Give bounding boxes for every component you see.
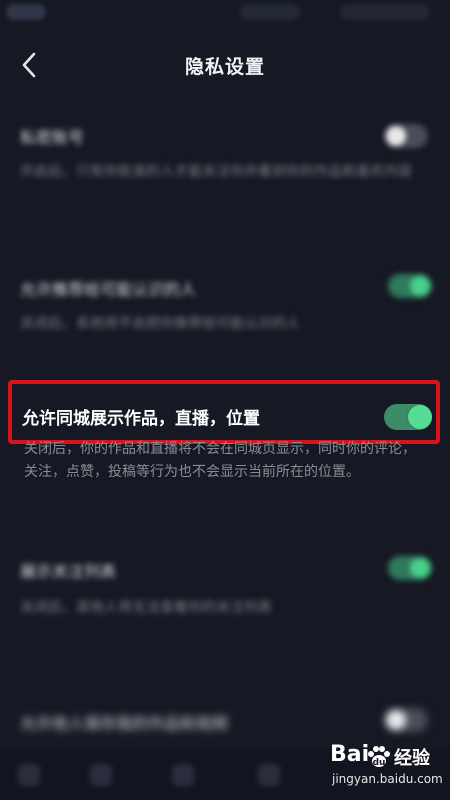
setting-private-account[interactable]: 私密账号 开启后，只有你批准的人才能关注你并看到你的作品和喜欢内容: [0, 118, 450, 228]
setting-title-nearby-display: 允许同城展示作品，直播，位置: [22, 409, 260, 429]
watermark-url: jingyan.baidu.com: [332, 772, 443, 786]
toggle-knob: [408, 405, 432, 429]
watermark-brand-suffix: 经验: [394, 748, 430, 769]
toggle-switch[interactable]: [388, 274, 432, 298]
nav-icon[interactable]: [258, 764, 280, 786]
toggle-switch[interactable]: [388, 556, 432, 580]
setting-title: 展示关注列表: [20, 562, 117, 581]
paw-icon: du: [368, 746, 390, 768]
svg-text:du: du: [373, 758, 386, 768]
baidu-jingyan-watermark: Bai du 经验 jingyan.baidu.com: [330, 742, 443, 796]
toggle-switch[interactable]: [384, 124, 428, 148]
setting-description: 开启后，只有你批准的人才能关注你并看到你的作品和喜欢内容: [20, 164, 412, 180]
setting-title: 允许推荐给可能认识的人: [20, 280, 197, 299]
status-time-blob: [6, 4, 46, 20]
page-title: 隐私设置: [184, 56, 265, 78]
watermark-brand: Bai: [330, 742, 370, 767]
nav-icon[interactable]: [172, 764, 194, 786]
setting-title: 私密账号: [20, 128, 85, 147]
header: 隐私设置: [0, 40, 450, 90]
setting-title: 允许他人保存我的作品和视频: [20, 714, 229, 733]
setting-description-nearby-display: 关闭后，你的作品和直播将不会在同城页显示，同时你的评论，关注，点赞，投稿等行为也…: [24, 441, 416, 480]
status-battery-blob: [340, 4, 430, 20]
setting-save-works[interactable]: 允许他人保存我的作品和视频: [0, 706, 450, 746]
setting-description: 关闭后，其他人将无法查看你的关注列表: [20, 600, 272, 616]
setting-description: 关闭后，系统将不会把你推荐给可能认识的人: [20, 316, 300, 332]
nav-icon[interactable]: [90, 764, 112, 786]
setting-recommend-to-contacts[interactable]: 允许推荐给可能认识的人 关闭后，系统将不会把你推荐给可能认识的人: [0, 272, 450, 352]
nav-icon[interactable]: [18, 764, 40, 786]
status-icons-blob: [240, 4, 300, 20]
setting-show-following[interactable]: 展示关注列表 关闭后，其他人将无法查看你的关注列表: [0, 556, 450, 656]
toggle-switch[interactable]: [384, 708, 428, 732]
status-bar: [0, 0, 450, 30]
toggle-nearby-display[interactable]: [384, 404, 432, 430]
